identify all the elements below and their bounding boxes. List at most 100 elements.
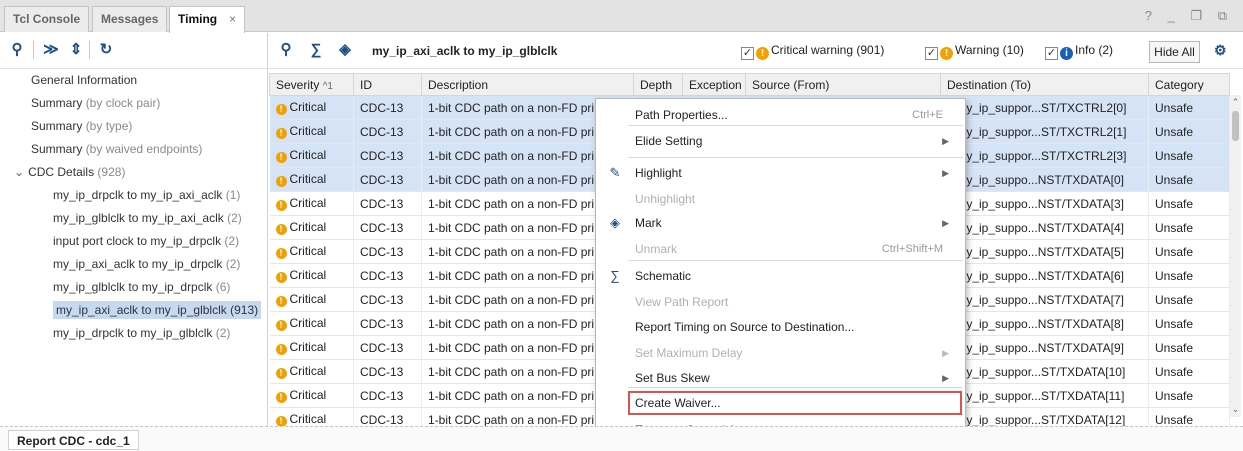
menu-item-set-bus-skew[interactable]: Set Bus Skew ▶ [596, 366, 965, 390]
menu-item-set-maximum-delay[interactable]: Set Maximum Delay ▶ [596, 341, 965, 365]
scroll-thumb[interactable] [1232, 111, 1239, 141]
hide-all-button[interactable]: Hide All [1149, 41, 1200, 63]
cell-severity: ! Critical [269, 359, 354, 384]
menu-item-unmark[interactable]: Unmark Ctrl+Shift+M [596, 237, 965, 261]
search-icon[interactable]: ⚲ [8, 40, 26, 60]
cell-id: CDC-13 [353, 119, 422, 144]
tab-messages[interactable]: Messages [92, 6, 168, 32]
cell-severity: ! Critical [269, 215, 354, 240]
column-header-severity[interactable]: Severity ^1 [269, 73, 354, 96]
expand-all-icon[interactable]: ⇕ [67, 40, 85, 60]
cell-category: Unsafe [1148, 167, 1230, 192]
cell-severity: ! Critical [269, 287, 354, 312]
left-panel: ⚲ ≫ ⇕ ↻ General Information Summary (by … [0, 33, 268, 426]
info-icon: i [1060, 47, 1073, 60]
menu-item-elide-setting[interactable]: Elide Setting ▶ [596, 129, 965, 153]
menu-item-schematic[interactable]: ∑ Schematic [596, 264, 965, 288]
cell-id: CDC-13 [353, 143, 422, 168]
warning-icon: ! [275, 344, 287, 355]
menu-item-unhighlight[interactable]: Unhighlight [596, 187, 965, 211]
tree-item-summary-clock-pair[interactable]: Summary (by clock pair) [0, 92, 268, 115]
cell-category: Unsafe [1148, 215, 1230, 240]
cell-destination: i_my_ip_suppor...ST/TXDATA[11] [940, 383, 1149, 408]
menu-item-view-path-report[interactable]: View Path Report [596, 290, 965, 314]
tree-item-general-information[interactable]: General Information [0, 69, 268, 92]
right-toolbar: ⚲ ∑ ◈ my_ip_axi_aclk to my_ip_glblclk ✓!… [269, 33, 1243, 69]
warning-icon: ! [275, 128, 287, 139]
cell-category: Unsafe [1148, 143, 1230, 168]
column-header-depth[interactable]: Depth [633, 73, 683, 96]
tree-item-clock-pair-selected[interactable]: my_ip_axi_aclk to my_ip_glblclk (913) [0, 299, 268, 322]
cell-destination: i_my_ip_suppor...ST/TXDATA[10] [940, 359, 1149, 384]
clock-pair-title: my_ip_axi_aclk to my_ip_glblclk [372, 44, 558, 58]
cell-severity: ! Critical [269, 239, 354, 264]
checkbox[interactable]: ✓ [741, 47, 754, 60]
tree-item-summary-waived[interactable]: Summary (by waived endpoints) [0, 138, 268, 161]
chevron-down-icon[interactable]: ⌄ [14, 165, 24, 179]
cell-destination: i_my_ip_suppo...NST/TXDATA[5] [940, 239, 1149, 264]
vertical-scrollbar[interactable]: ⌃ ⌄ [1230, 95, 1241, 417]
close-icon[interactable]: × [229, 12, 236, 26]
tree-item-clock-pair[interactable]: my_ip_glblclk to my_ip_axi_aclk (2) [0, 207, 268, 230]
tab-tcl-console[interactable]: Tcl Console [4, 6, 90, 32]
warning-icon: ! [275, 272, 287, 283]
cell-destination: i_my_ip_suppor...ST/TXCTRL2[3] [940, 143, 1149, 168]
column-header-id[interactable]: ID [353, 73, 422, 96]
menu-item-create-waiver[interactable]: Create Waiver... [628, 391, 962, 415]
cell-category: Unsafe [1148, 191, 1230, 216]
cell-category: Unsafe [1148, 359, 1230, 384]
checkbox[interactable]: ✓ [925, 47, 938, 60]
cell-severity: ! Critical [269, 263, 354, 288]
bottom-bar: Report CDC - cdc_1 [0, 426, 1243, 451]
refresh-icon[interactable]: ↻ [97, 40, 115, 60]
highlight-icon: ✎ [609, 165, 621, 180]
schematic-icon[interactable]: ∑ [307, 40, 325, 60]
tree-item-cdc-details[interactable]: ⌄ CDC Details (928) [0, 161, 268, 184]
menu-item-mark[interactable]: ◈ Mark ▶ [596, 211, 965, 235]
menu-item-highlight[interactable]: ✎ Highlight ▶ [596, 161, 965, 185]
column-header-category[interactable]: Category [1148, 73, 1230, 96]
tree-item-clock-pair[interactable]: my_ip_drpclk to my_ip_axi_aclk (1) [0, 184, 268, 207]
tab-timing[interactable]: Timing × [169, 6, 246, 33]
tree-item-summary-type[interactable]: Summary (by type) [0, 115, 268, 138]
cell-severity: ! Critical [269, 335, 354, 360]
warning-icon: ! [275, 152, 287, 163]
chevron-right-icon: ▶ [942, 348, 949, 358]
cell-id: CDC-13 [353, 215, 422, 240]
table-header: Severity ^1 ID Description Depth Excepti… [269, 73, 1230, 96]
cell-destination: i_my_ip_suppor...ST/TXCTRL2[0] [940, 95, 1149, 120]
filter-critical-warning[interactable]: ✓! Critical warning (901) [741, 43, 884, 60]
tree-item-clock-pair[interactable]: my_ip_axi_aclk to my_ip_drpclk (2) [0, 253, 268, 276]
cell-severity: ! Critical [269, 383, 354, 408]
scroll-up-icon[interactable]: ⌃ [1230, 97, 1241, 108]
report-tab[interactable]: Report CDC - cdc_1 [8, 430, 139, 450]
filter-info[interactable]: ✓ i Info (2) [1045, 43, 1113, 60]
collapse-all-icon[interactable]: ≫ [42, 40, 60, 60]
warning-icon: ! [275, 296, 287, 307]
menu-item-report-timing-on-source-to-destination[interactable]: Report Timing on Source to Destination..… [596, 315, 965, 339]
search-icon[interactable]: ⚲ [277, 40, 295, 60]
filter-warning[interactable]: ✓! Warning (10) [925, 43, 1024, 60]
tab-label: Messages [101, 12, 159, 26]
column-header-destination[interactable]: Destination (To) [940, 73, 1149, 96]
column-header-source[interactable]: Source (From) [745, 73, 941, 96]
menu-item-label: Highlight [635, 166, 682, 180]
column-header-description[interactable]: Description [421, 73, 634, 96]
tree-item-clock-pair[interactable]: my_ip_glblclk to my_ip_drpclk (6) [0, 276, 268, 299]
cell-id: CDC-13 [353, 263, 422, 288]
cell-destination: i_my_ip_suppo...NST/TXDATA[4] [940, 215, 1149, 240]
menu-item-path-properties[interactable]: Path Properties... Ctrl+E [596, 103, 965, 127]
gear-icon[interactable]: ⚙ [1214, 42, 1227, 59]
cell-category: Unsafe [1148, 335, 1230, 360]
mark-icon[interactable]: ◈ [336, 40, 354, 60]
cell-id: CDC-13 [353, 167, 422, 192]
menu-item-label: Elide Setting [635, 134, 703, 148]
column-header-exception[interactable]: Exception [682, 73, 746, 96]
tree-item-clock-pair[interactable]: input port clock to my_ip_drpclk (2) [0, 230, 268, 253]
tree-item-clock-pair[interactable]: my_ip_drpclk to my_ip_glblclk (2) [0, 322, 268, 345]
window-controls[interactable]: ? _ ❐ ⧉ [1145, 8, 1233, 24]
schematic-icon: ∑ [610, 268, 620, 283]
checkbox[interactable]: ✓ [1045, 47, 1058, 60]
cell-destination: i_my_ip_suppo...NST/TXDATA[6] [940, 263, 1149, 288]
scroll-down-icon[interactable]: ⌄ [1230, 404, 1241, 415]
